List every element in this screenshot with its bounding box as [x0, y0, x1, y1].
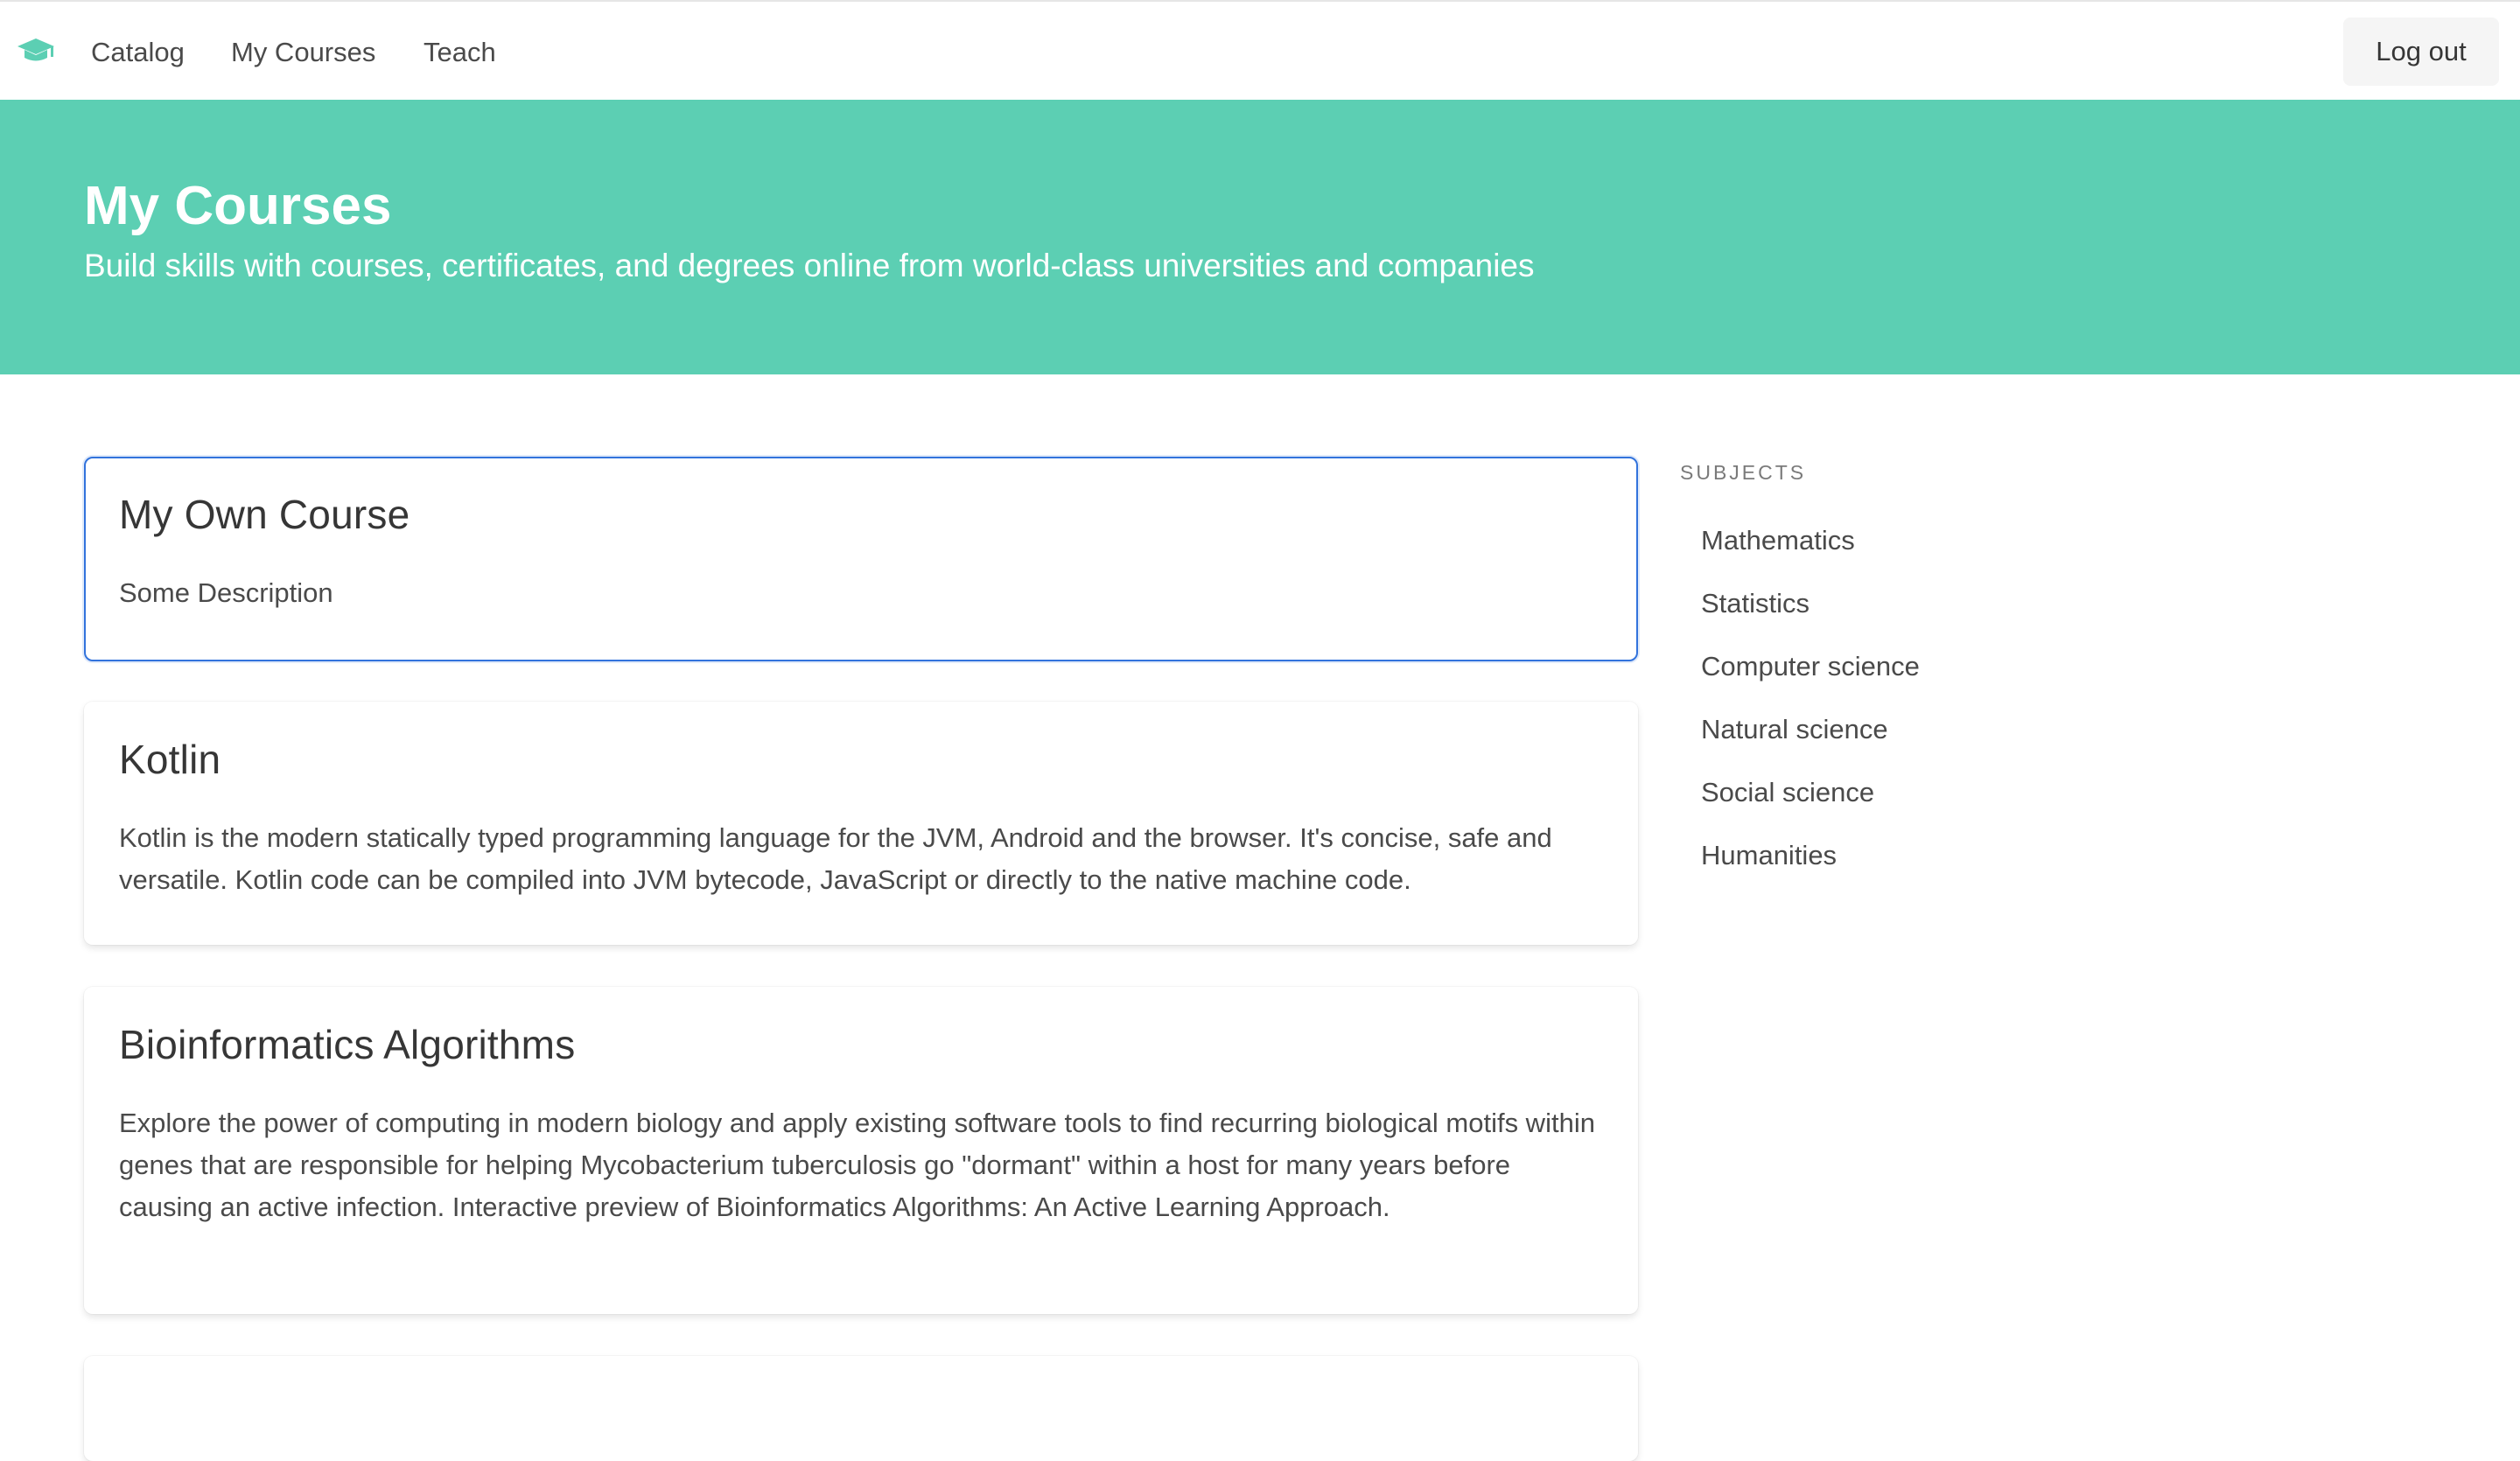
- course-description: Kotlin is the modern statically typed pr…: [119, 821, 1552, 895]
- subject-item-humanities[interactable]: Humanities: [1701, 824, 2205, 887]
- hero-banner: My Courses Build skills with courses, ce…: [0, 100, 2520, 374]
- page-title: My Courses: [84, 176, 392, 236]
- subject-item-computer-science[interactable]: Computer science: [1701, 635, 2205, 698]
- course-card-bioinformatics-algorithms[interactable]: Bioinformatics Algorithms Explore the po…: [84, 987, 1638, 1314]
- course-description: Explore the power of computing in modern…: [119, 1107, 1595, 1222]
- nav-link-catalog[interactable]: Catalog: [91, 35, 185, 70]
- top-navbar: Catalog My Courses Teach Log out: [0, 0, 2520, 100]
- subject-item-statistics[interactable]: Statistics: [1701, 572, 2205, 635]
- logout-button[interactable]: Log out: [2343, 17, 2499, 86]
- subjects-list: Mathematics Statistics Computer science …: [1680, 509, 2205, 887]
- course-card-my-own-course[interactable]: My Own Course Some Description: [84, 457, 1638, 661]
- subjects-label: SUBJECTS: [1680, 461, 1807, 484]
- subjects-sidebar: SUBJECTS Mathematics Statistics Computer…: [1680, 455, 2205, 887]
- subject-item-natural-science[interactable]: Natural science: [1701, 698, 2205, 761]
- course-description: Some Description: [119, 577, 333, 608]
- nav-link-teach[interactable]: Teach: [424, 35, 496, 70]
- course-title: Kotlin: [119, 737, 221, 782]
- course-card-kotlin[interactable]: Kotlin Kotlin is the modern statically t…: [84, 702, 1638, 945]
- course-card-partial[interactable]: [84, 1356, 1638, 1461]
- course-title: My Own Course: [119, 492, 410, 537]
- nav-link-my-courses[interactable]: My Courses: [231, 35, 375, 70]
- subject-item-mathematics[interactable]: Mathematics: [1701, 509, 2205, 572]
- graduation-cap-icon[interactable]: [16, 37, 56, 65]
- page-subtitle: Build skills with courses, certificates,…: [84, 248, 1535, 283]
- subject-item-social-science[interactable]: Social science: [1701, 761, 2205, 824]
- course-title: Bioinformatics Algorithms: [119, 1022, 576, 1067]
